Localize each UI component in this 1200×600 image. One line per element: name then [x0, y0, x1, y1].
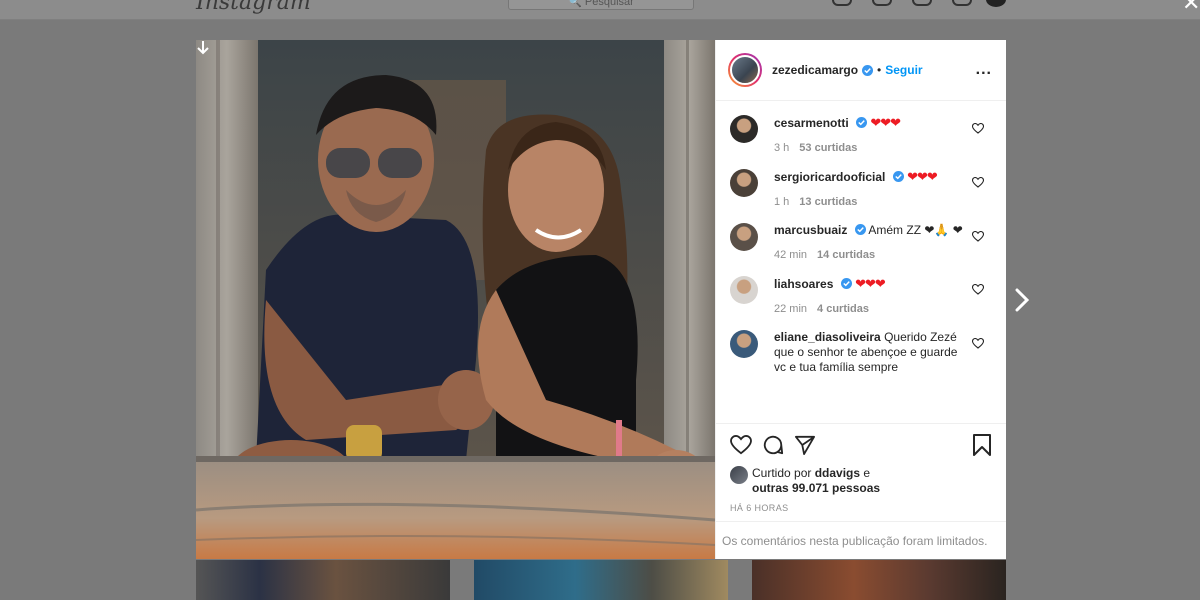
comment-avatar[interactable]	[730, 169, 758, 197]
comment-meta: 22 min 4 curtidas	[774, 302, 964, 317]
comment-username[interactable]: marcusbuaiz	[774, 223, 847, 237]
comment-text: Amém ZZ ❤🙏 ❤	[868, 223, 963, 237]
background-header: Instagram 🔍 Pesquisar	[0, 0, 1200, 20]
author-username[interactable]: zezedicamargo	[772, 63, 858, 77]
post-modal: zezedicamargo • Seguir ... cesarmenotti …	[196, 40, 1006, 559]
liked-by-others[interactable]: outras 99.071 pessoas	[752, 481, 880, 495]
comment-item: eliane_diasoliveira Querido Zezé que o s…	[730, 330, 986, 375]
post-photo[interactable]	[196, 40, 715, 559]
comment-likes[interactable]: 14 curtidas	[817, 249, 875, 261]
liked-by-user[interactable]: ddavigs	[815, 466, 860, 480]
close-icon[interactable]: ✕	[1182, 0, 1200, 14]
comment-likes[interactable]: 4 curtidas	[817, 303, 869, 315]
grid-thumbnail[interactable]	[196, 560, 450, 600]
comment-text: ❤❤❤	[855, 276, 886, 291]
comment-text: ❤❤❤	[907, 169, 938, 184]
comment-time[interactable]: 42 min	[774, 249, 807, 261]
activity-icon[interactable]	[952, 0, 972, 6]
author-avatar[interactable]	[728, 53, 762, 87]
comment-like-icon[interactable]	[972, 177, 984, 188]
post-side-panel: zezedicamargo • Seguir ... cesarmenotti …	[715, 40, 1006, 559]
verified-badge-icon	[840, 278, 852, 289]
post-actions: Curtido por ddavigs e outras 99.071 pess…	[716, 423, 1006, 521]
comment-item: cesarmenotti ❤❤❤ 3 h 53 curtidas	[730, 115, 986, 156]
share-paper-plane-icon[interactable]	[794, 435, 816, 455]
verified-badge-icon	[854, 224, 866, 235]
search-input[interactable]: 🔍 Pesquisar	[508, 0, 694, 10]
comment-avatar[interactable]	[730, 330, 758, 358]
comments-limited-notice: Os comentários nesta publicação foram li…	[716, 521, 1006, 559]
comment-item: liahsoares ❤❤❤ 22 min 4 curtidas	[730, 276, 986, 317]
nav-icons	[832, 0, 972, 6]
like-heart-icon[interactable]	[730, 435, 752, 455]
comment-item: marcusbuaiz Amém ZZ ❤🙏 ❤ 42 min 14 curtida…	[730, 223, 986, 263]
comment-like-icon[interactable]	[972, 284, 984, 295]
comment-avatar[interactable]	[730, 223, 758, 251]
comment-likes[interactable]: 13 curtidas	[799, 196, 857, 208]
direct-icon[interactable]	[872, 0, 892, 6]
comment-username[interactable]: sergioricardooficial	[774, 170, 885, 184]
comment-like-icon[interactable]	[972, 338, 984, 349]
save-bookmark-icon[interactable]	[972, 434, 992, 456]
post-photo-illustration	[196, 40, 715, 559]
liked-by-conjunction: e	[863, 466, 871, 480]
comments-list[interactable]: cesarmenotti ❤❤❤ 3 h 53 curtidas sergiorica…	[716, 101, 1006, 423]
comment-meta: 1 h 13 curtidas	[774, 195, 964, 210]
verified-badge-icon	[862, 64, 874, 76]
comment-username[interactable]: liahsoares	[774, 277, 833, 291]
comment-like-icon[interactable]	[972, 123, 984, 134]
instagram-logo: Instagram	[196, 0, 311, 15]
comment-username[interactable]: eliane_diasoliveira	[774, 330, 881, 344]
comment-time[interactable]: 1 h	[774, 196, 789, 208]
profile-avatar[interactable]	[986, 0, 1006, 7]
comment-meta: 3 h 53 curtidas	[774, 141, 964, 156]
post-timestamp[interactable]: HÁ 6 HORAS	[730, 503, 992, 513]
liked-by-text: Curtido por ddavigs e outras 99.071 pess…	[730, 466, 992, 496]
verified-badge-icon	[856, 117, 868, 128]
comment-item: sergioricardooficial ❤❤❤ 1 h 13 curtidas	[730, 169, 986, 210]
comment-meta: 42 min 14 curtidas	[774, 248, 964, 263]
grid-thumbnail[interactable]	[752, 560, 1006, 600]
verified-badge-icon	[892, 171, 904, 182]
home-icon[interactable]	[832, 0, 852, 6]
comment-avatar[interactable]	[730, 115, 758, 143]
comment-bubble-icon[interactable]	[762, 434, 784, 456]
comment-avatar[interactable]	[730, 276, 758, 304]
comment-likes[interactable]: 53 curtidas	[799, 142, 857, 154]
comment-username[interactable]: cesarmenotti	[774, 116, 849, 130]
comment-time[interactable]: 22 min	[774, 303, 807, 315]
comment-text: ❤❤❤	[870, 115, 901, 130]
liked-by-prefix: Curtido por	[752, 466, 812, 480]
search-placeholder: Pesquisar	[584, 0, 634, 8]
next-post-arrow-icon[interactable]	[1012, 286, 1032, 314]
liked-by-avatar	[730, 466, 748, 484]
post-header: zezedicamargo • Seguir ...	[716, 40, 1006, 101]
follow-button[interactable]: Seguir	[885, 63, 922, 77]
separator-dot: •	[877, 63, 882, 77]
download-arrow-icon[interactable]	[196, 40, 210, 56]
comment-like-icon[interactable]	[972, 231, 984, 242]
grid-thumbnail[interactable]	[474, 560, 728, 600]
more-options-icon[interactable]: ...	[976, 61, 992, 79]
comment-time[interactable]: 3 h	[774, 142, 789, 154]
explore-icon[interactable]	[912, 0, 932, 6]
